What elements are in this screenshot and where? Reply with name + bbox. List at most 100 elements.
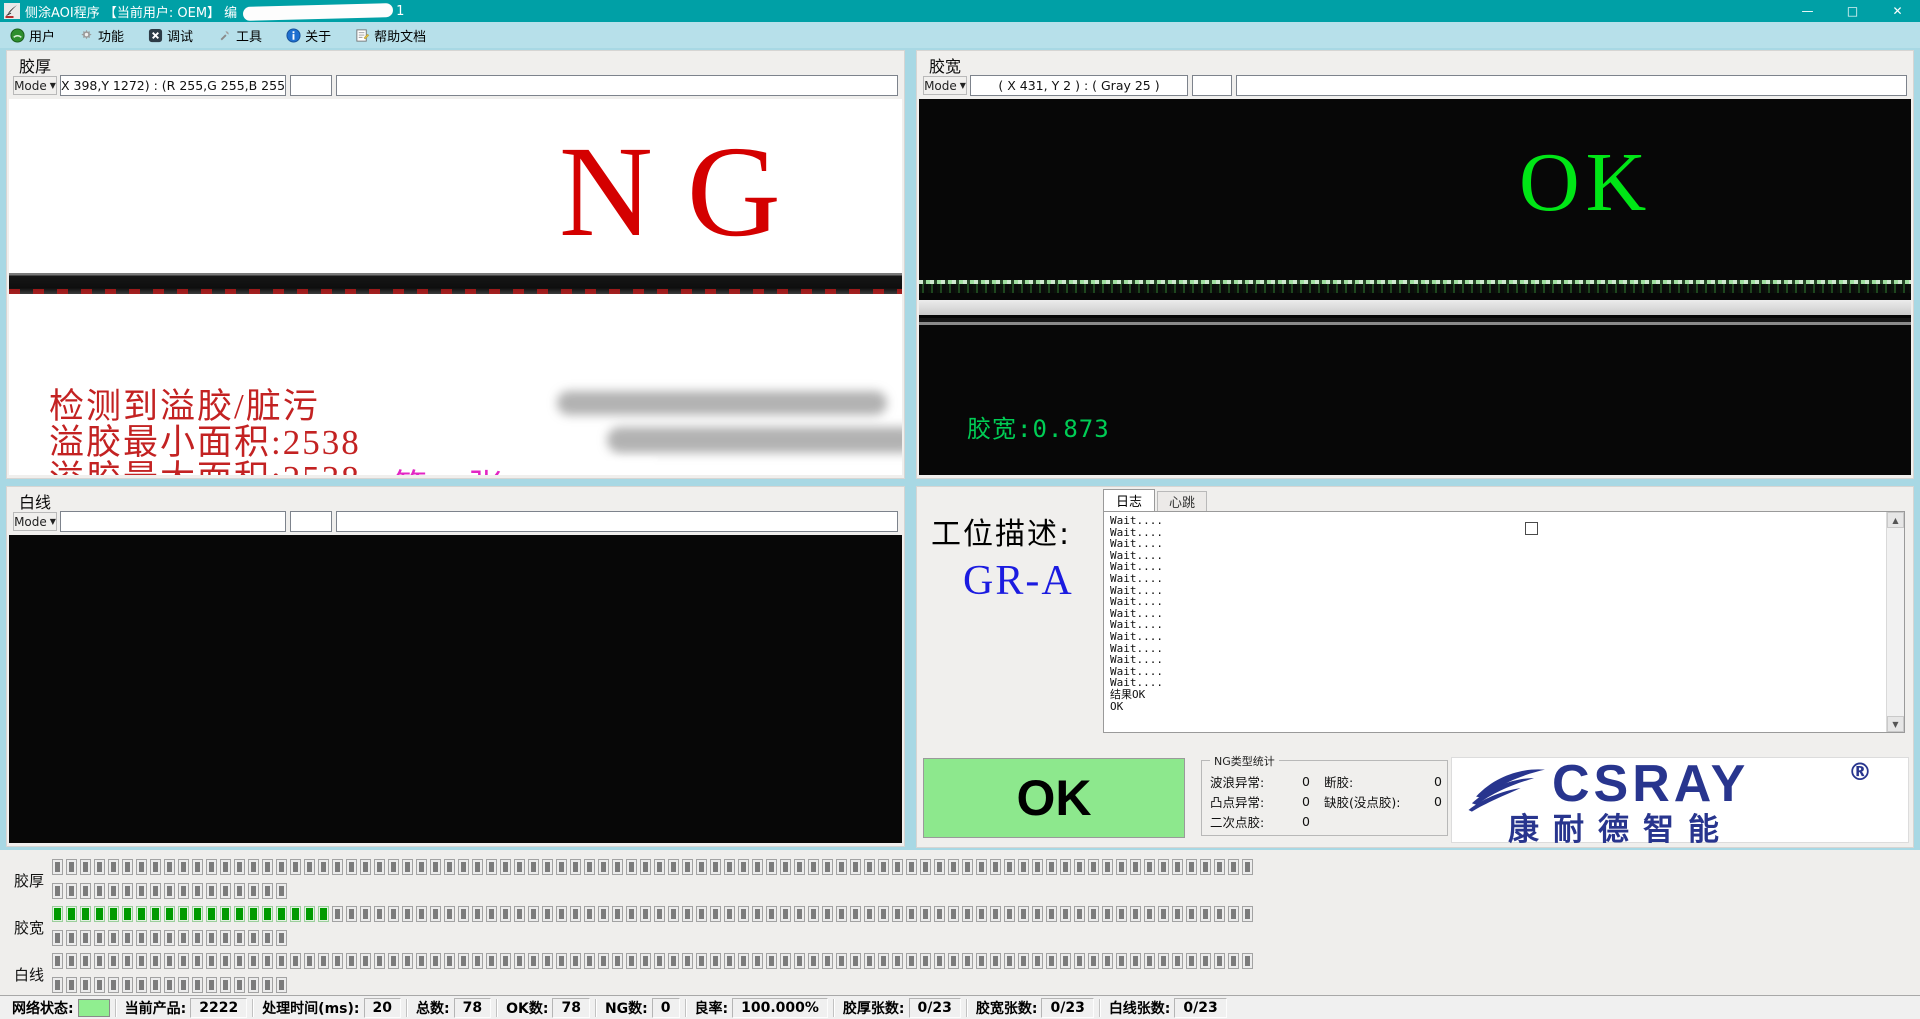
menu-item-5[interactable]: 关于 (286, 26, 331, 45)
brand-company: 康耐德智能 (1508, 804, 1733, 849)
indicator-square (906, 906, 917, 922)
thickness-image[interactable]: NG 检测到溢胶/脏污 溢胶最小面积:2538 溢胶最大面积:2538 第37张… (9, 99, 902, 475)
indicator-square (1102, 906, 1113, 922)
tab-heartbeat[interactable]: 心跳 (1157, 491, 1207, 511)
indicator-square (262, 883, 273, 899)
indicator-square (976, 906, 987, 922)
menu-item-4[interactable]: 工具 (217, 26, 262, 45)
status-label: 胶厚张数: (843, 998, 905, 1018)
indicator-square (570, 859, 581, 875)
ng-stat-value: 0 (1302, 814, 1310, 829)
indicator-square (794, 859, 805, 875)
indicator-square (1228, 953, 1239, 969)
whiteline-pixel-readout (60, 511, 286, 532)
menu-item-3[interactable]: 调试 (148, 26, 193, 45)
indicator-square (808, 953, 819, 969)
status-value: 0/23 (1041, 998, 1093, 1018)
indicator-row (52, 930, 290, 946)
indicator-group-1: 胶厚 (0, 859, 1920, 903)
indicator-square (752, 906, 763, 922)
indicator-row (52, 906, 1256, 922)
indicator-square (66, 859, 77, 875)
indicator-square (206, 930, 217, 946)
log-scrollbar[interactable]: ▲ ▼ (1886, 512, 1904, 732)
whiteline-mode-dropdown[interactable]: Mode▼ (13, 512, 57, 531)
frame-overlay-text: 第37张R-A (392, 459, 571, 475)
indicator-square (220, 883, 231, 899)
station-label: 工位描述: (931, 509, 1071, 553)
indicator-square (514, 953, 525, 969)
minimize-button[interactable]: — (1785, 0, 1830, 22)
indicator-square (1102, 859, 1113, 875)
indicator-square (920, 906, 931, 922)
indicator-square (234, 906, 245, 922)
scroll-down-icon[interactable]: ▼ (1887, 716, 1904, 732)
thickness-panel: 胶厚 Mode▼ (X 398,Y 1272) : (R 255,G 255,B… (6, 50, 905, 479)
indicator-square (108, 953, 119, 969)
indicator-square (416, 906, 427, 922)
indicator-square (1158, 953, 1169, 969)
indicator-square (262, 930, 273, 946)
thickness-mode-row: Mode▼ (X 398,Y 1272) : (R 255,G 255,B 25… (9, 75, 902, 97)
status-label: 总数: (416, 998, 450, 1018)
log-checkbox[interactable] (1525, 522, 1538, 535)
ng-stat-value: 0 (1434, 774, 1442, 789)
indicator-square (1046, 906, 1057, 922)
indicator-square (724, 859, 735, 875)
width-panel-title: 胶宽 (929, 53, 961, 77)
indicator-square (248, 883, 259, 899)
close-button[interactable]: ✕ (1875, 0, 1920, 22)
menu-item-1[interactable]: 用户 (10, 26, 55, 45)
detect-messages: 检测到溢胶/脏污 溢胶最小面积:2538 溢胶最大面积:2538 (49, 389, 361, 475)
indicator-row (52, 977, 290, 993)
indicator-square (738, 859, 749, 875)
log-content[interactable]: Wait.... Wait.... Wait.... Wait.... Wait… (1103, 511, 1905, 733)
indicator-square (52, 930, 63, 946)
menu-item-6[interactable]: 帮助文档 (355, 26, 426, 45)
indicator-square (766, 859, 777, 875)
indicator-square (80, 906, 91, 922)
maximize-button[interactable]: □ (1830, 0, 1875, 22)
indicator-square (1116, 859, 1127, 875)
width-mode-dropdown[interactable]: Mode▼ (923, 76, 967, 95)
chevron-down-icon: ▼ (50, 518, 56, 526)
indicator-square (528, 906, 539, 922)
indicator-square (724, 953, 735, 969)
width-image[interactable]: OK 胶宽:0.873 (919, 99, 1911, 475)
indicator-square (234, 930, 245, 946)
tab-log[interactable]: 日志 (1103, 489, 1155, 511)
indicator-square (1144, 906, 1155, 922)
indicator-square (234, 883, 245, 899)
window-title: 侧涂AOI程序 【当前用户: OEM】 编 (25, 2, 237, 21)
thickness-mode-dropdown[interactable]: Mode▼ (13, 76, 57, 95)
indicator-square (388, 906, 399, 922)
indicator-square (108, 906, 119, 922)
menu-item-2[interactable]: 功能 (79, 26, 124, 45)
indicator-square (164, 883, 175, 899)
indicator-square (500, 953, 511, 969)
indicator-square (402, 906, 413, 922)
indicator-square (794, 953, 805, 969)
indicator-square (1074, 859, 1085, 875)
indicator-square (752, 953, 763, 969)
indicator-square (360, 953, 371, 969)
indicator-square (94, 953, 105, 969)
indicator-square (206, 953, 217, 969)
indicator-square (276, 953, 287, 969)
indicator-square (1228, 859, 1239, 875)
indicator-square (1242, 859, 1253, 875)
indicator-square (1004, 906, 1015, 922)
whiteline-image[interactable] (9, 535, 902, 843)
indicator-square (472, 953, 483, 969)
scroll-up-icon[interactable]: ▲ (1887, 512, 1904, 528)
indicator-square (66, 977, 77, 993)
indicator-square (458, 953, 469, 969)
indicator-square (94, 930, 105, 946)
indicator-square (164, 930, 175, 946)
indicator-square (94, 906, 105, 922)
indicator-square (346, 953, 357, 969)
indicator-square (514, 859, 525, 875)
indicator-square (920, 953, 931, 969)
ng-stat-value: 0 (1434, 794, 1442, 809)
indicator-square (80, 883, 91, 899)
